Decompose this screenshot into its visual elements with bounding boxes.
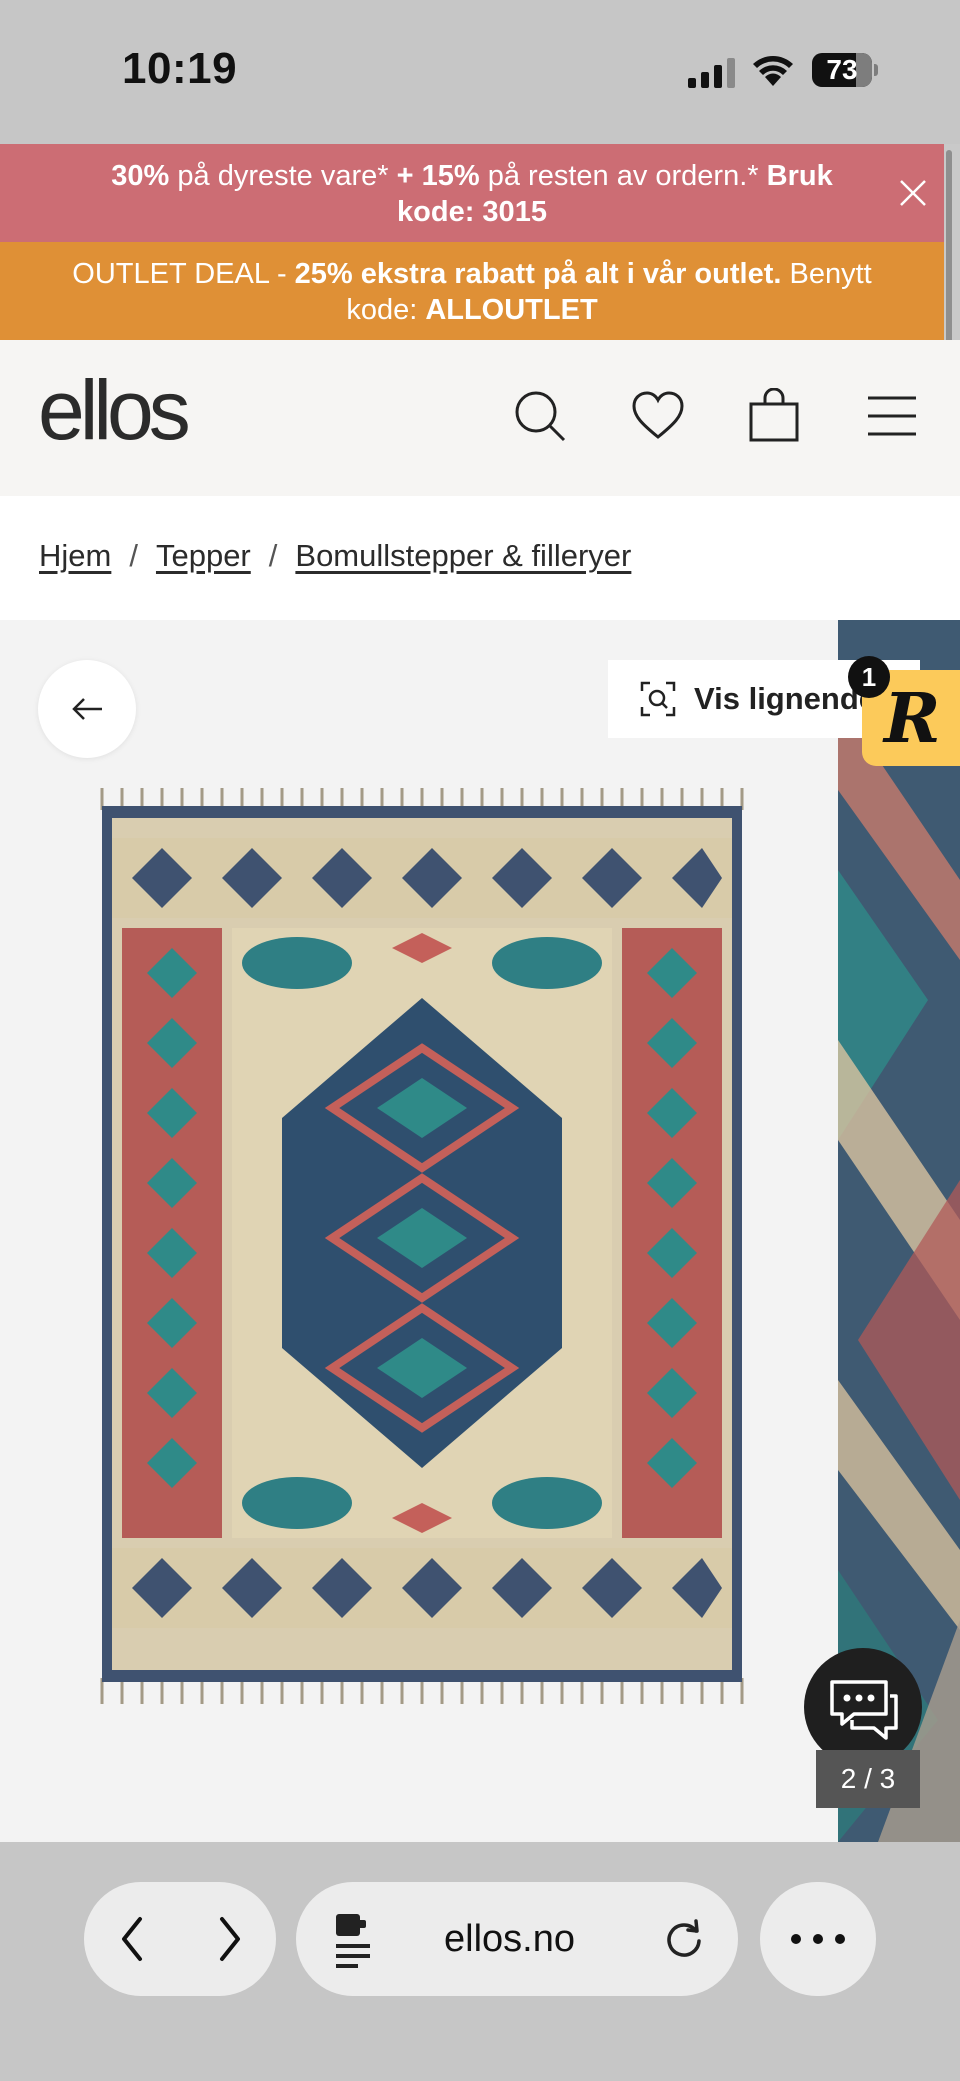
breadcrumb: Hjem / Tepper / Bomullstepper & filleryer <box>0 496 960 620</box>
url-text: ellos.no <box>444 1918 575 1960</box>
page-menu-icon[interactable] <box>332 1910 376 1970</box>
more-options-button[interactable] <box>760 1882 876 1996</box>
breadcrumb-link-hjem[interactable]: Hjem <box>39 538 111 573</box>
chat-button[interactable] <box>804 1648 922 1766</box>
breadcrumb-separator: / <box>129 538 138 573</box>
reload-icon[interactable] <box>662 1917 706 1961</box>
breadcrumb-link-tepper[interactable]: Tepper <box>156 538 251 573</box>
ellos-logo[interactable]: ellos <box>38 362 191 459</box>
menu-icon[interactable] <box>864 388 920 444</box>
promo-text: 25% ekstra rabatt på alt i vår outlet. <box>294 258 782 290</box>
forward-chevron-icon[interactable] <box>210 1909 250 1969</box>
search-icon[interactable] <box>512 388 568 444</box>
address-bar[interactable]: ellos.no <box>296 1882 738 1996</box>
wifi-icon <box>753 56 793 86</box>
browser-toolbar: ellos.no <box>0 1842 960 2081</box>
svg-text:R: R <box>882 679 941 759</box>
cellular-signal-icon <box>688 58 735 88</box>
back-button[interactable] <box>38 660 136 758</box>
back-chevron-icon[interactable] <box>112 1909 152 1969</box>
promo-code: ALLOUTLET <box>425 294 598 326</box>
breadcrumb-link-bomullstepper[interactable]: Bomullstepper & filleryer <box>295 538 631 573</box>
visual-search-icon <box>640 681 676 717</box>
more-dots-icon <box>791 1934 845 1944</box>
promo-text: på dyreste vare* <box>169 160 397 192</box>
close-icon[interactable] <box>898 178 928 208</box>
product-gallery[interactable]: Vis lignende R 1 2 / 3 <box>0 620 960 1842</box>
history-nav-group <box>84 1882 276 1996</box>
battery-percent: 73 <box>826 54 858 85</box>
promo-banner-discount: 30% på dyreste vare* + 15% på resten av … <box>0 144 944 242</box>
show-similar-label: Vis lignende <box>694 681 877 716</box>
promo-text: på resten av ordern.* <box>479 160 767 192</box>
promo-banner-outlet[interactable]: OUTLET DEAL - 25% ekstra rabatt på alt i… <box>0 242 944 340</box>
promo-text: + 15% <box>396 160 480 192</box>
promo-text: OUTLET DEAL - <box>72 258 295 290</box>
heart-icon[interactable] <box>630 388 686 444</box>
site-header: ellos <box>0 340 960 496</box>
status-time: 10:19 <box>122 44 238 93</box>
breadcrumb-separator: / <box>268 538 278 573</box>
chat-bubbles-icon <box>830 1680 898 1740</box>
battery-icon: 73 <box>812 53 878 87</box>
product-image-rug[interactable] <box>92 788 752 1704</box>
shopping-bag-icon[interactable] <box>746 388 802 444</box>
notification-count-badge: 1 <box>848 656 890 698</box>
arrow-left-icon <box>72 698 102 720</box>
image-counter: 2 / 3 <box>816 1750 920 1808</box>
promo-text: 30% <box>111 160 170 192</box>
status-bar: 10:19 73 <box>0 0 960 144</box>
